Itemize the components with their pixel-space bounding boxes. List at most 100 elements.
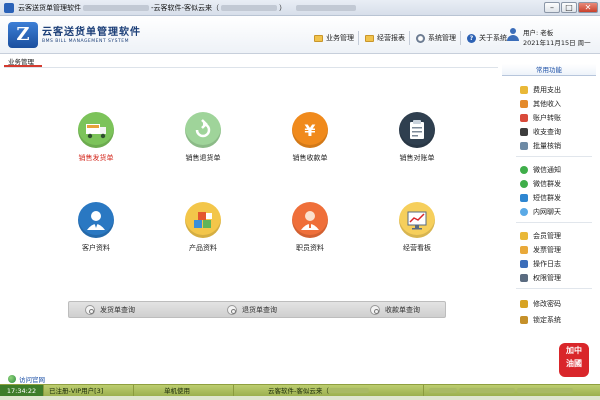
tab-business-management[interactable]: 业务管理 [4, 56, 42, 67]
tile-sales-receipt[interactable]: ¥ 销售收款单 [270, 112, 350, 178]
tile-label: 销售收款单 [292, 154, 328, 162]
receipt-query-button[interactable]: 收款单查询 [370, 304, 420, 316]
common-functions-panel: 常用功能 费用支出 其他收入 账户转账 收支查询 批量核销 微信通知 微信群发 … [502, 64, 596, 330]
dashboard-chart-icon [399, 202, 435, 238]
nav-about-system[interactable]: ? 关于系统 [463, 31, 511, 45]
sms-icon [520, 194, 528, 202]
folder-icon [314, 34, 323, 42]
invoice-management-link[interactable]: 发票管理 [520, 244, 561, 256]
tile-label: 产品资料 [189, 244, 217, 252]
top-navigation: 业务管理 经营报表 系统管理 ? 关于系统 [310, 31, 511, 45]
wallet-icon [520, 86, 528, 94]
customer-icon [78, 202, 114, 238]
status-time: 17:34:22 [0, 384, 44, 397]
tile-customer-info[interactable]: 客户资料 [56, 202, 136, 268]
panel-divider [516, 288, 592, 289]
promo-badge: 加中 油國 [559, 343, 589, 377]
nav-business-reports[interactable]: 经营报表 [361, 31, 410, 45]
user-info: 用户: 老板 2021年11月15日 周一 [506, 26, 596, 50]
tile-label: 客户资料 [82, 244, 110, 252]
tile-staff-info[interactable]: 职员资料 [270, 202, 350, 268]
panel-divider [516, 222, 592, 223]
nav-business-management[interactable]: 业务管理 [310, 31, 359, 45]
user-icon [506, 28, 520, 42]
help-icon: ? [467, 33, 476, 43]
tile-label: 销售对账单 [399, 154, 435, 162]
window-titlebar: 云客送货单管理软件 -云客软件-客似云来（） – □ ✕ [0, 0, 600, 16]
brand-name: 云客送货单管理软件 [42, 27, 141, 38]
search-icon [85, 305, 95, 315]
wechat-notify-link[interactable]: 微信通知 [520, 164, 561, 176]
sms-broadcast-link[interactable]: 短信群发 [520, 192, 561, 204]
minimize-button[interactable]: – [544, 2, 560, 13]
search-icon [370, 305, 380, 315]
delivery-query-button[interactable]: 发货单查询 [85, 304, 135, 316]
window-controls: – □ ✕ [544, 2, 598, 13]
member-icon [520, 232, 528, 240]
transfer-icon [520, 114, 528, 122]
window-title: 云客送货单管理软件 -云客软件-客似云来（） [18, 3, 358, 13]
tile-label: 职员资料 [296, 244, 324, 252]
lock-icon [520, 316, 528, 324]
boxes-icon [185, 202, 221, 238]
bottom-strip [0, 396, 600, 400]
gear-icon [416, 33, 425, 43]
panel-title: 常用功能 [502, 64, 596, 76]
globe-icon [8, 375, 16, 383]
return-query-button[interactable]: 退货单查询 [227, 304, 277, 316]
folder-icon [365, 34, 374, 42]
monitor-icon [520, 274, 528, 282]
wechat-icon [520, 166, 528, 174]
invoice-icon [520, 246, 528, 254]
search-icon [227, 305, 237, 315]
status-company: 云客软件-客似云来（ [234, 384, 424, 397]
nav-system-management[interactable]: 系统管理 [412, 31, 461, 45]
tile-label: 销售发货单 [78, 154, 114, 162]
tile-label: 经营看板 [403, 244, 431, 252]
app-logo: Z [8, 22, 38, 48]
tile-sales-return[interactable]: 销售退货单 [163, 112, 243, 178]
other-income-link[interactable]: 其他收入 [520, 98, 561, 110]
income-expense-query-link[interactable]: 收支查询 [520, 126, 561, 138]
yen-icon: ¥ [292, 112, 328, 148]
clipboard-icon [399, 112, 435, 148]
wechat-icon [520, 180, 528, 188]
expense-payment-link[interactable]: 费用支出 [520, 84, 561, 96]
status-contact [424, 385, 600, 397]
tile-sales-delivery[interactable]: 销售发货单 [56, 112, 136, 178]
chat-bubble-icon [520, 208, 528, 216]
maximize-button[interactable]: □ [561, 2, 577, 13]
member-management-link[interactable]: 会员管理 [520, 230, 561, 242]
staff-icon [292, 202, 328, 238]
operation-log-link[interactable]: 操作日志 [520, 258, 561, 270]
quick-query-bar: 发货单查询 退货单查询 收款单查询 [68, 301, 446, 318]
section-divider [4, 67, 498, 68]
return-refresh-icon [185, 112, 221, 148]
tile-product-info[interactable]: 产品资料 [163, 202, 243, 268]
visit-website-link[interactable]: 访问官网 [8, 374, 45, 384]
current-date: 2021年11月15日 周一 [523, 39, 591, 47]
change-password-link[interactable]: 修改密码 [520, 298, 561, 310]
income-icon [520, 100, 528, 108]
account-transfer-link[interactable]: 账户转账 [520, 112, 561, 124]
lock-system-link[interactable]: 锁定系统 [520, 314, 561, 326]
batch-icon [520, 142, 528, 150]
tile-label: 销售退货单 [185, 154, 221, 162]
query-icon [520, 128, 528, 136]
tile-business-dashboard[interactable]: 经营看板 [377, 202, 457, 268]
tile-sales-statement[interactable]: 销售对账单 [377, 112, 457, 178]
wechat-broadcast-link[interactable]: 微信群发 [520, 178, 561, 190]
log-icon [520, 260, 528, 268]
permission-management-link[interactable]: 权限管理 [520, 272, 561, 284]
app-header: Z 云客送货单管理软件 BMS BILL MANAGEMENT SYSTEM 业… [0, 16, 600, 54]
status-registration: 已注册-VIP用户[3] [44, 384, 134, 397]
intranet-chat-link[interactable]: 内网聊天 [520, 206, 561, 218]
batch-writeoff-link[interactable]: 批量核销 [520, 140, 561, 152]
brand-subtitle: BMS BILL MANAGEMENT SYSTEM [42, 39, 129, 44]
app-icon [4, 2, 14, 13]
delivery-truck-icon [78, 112, 114, 148]
key-icon [520, 300, 528, 308]
status-mode: 单机使用 [134, 384, 234, 397]
close-button[interactable]: ✕ [578, 2, 598, 13]
user-name: 用户: 老板 [523, 29, 554, 37]
